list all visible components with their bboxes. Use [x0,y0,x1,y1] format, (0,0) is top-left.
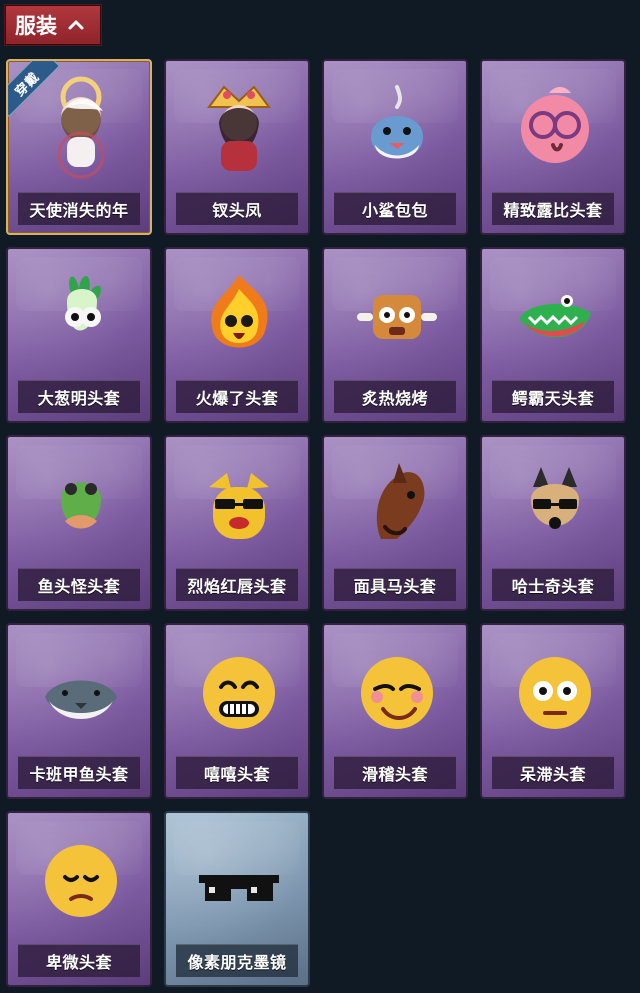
costume-card-dazed[interactable]: 呆滞头套 [480,623,626,799]
costume-name: 精致露比头套 [492,192,614,225]
angel-doll-icon [8,61,150,193]
bbq-meat-head-icon [324,249,466,381]
clothing-tab-label: 服装 [15,14,57,38]
crocodile-head-icon [482,249,624,381]
costume-name: 炙热烧烤 [334,380,456,413]
costume-card-ruby-head[interactable]: 精致露比头套 [480,59,626,235]
costume-card-husky[interactable]: 哈士奇头套 [480,435,626,611]
costume-name: 天使消失的年 [18,192,140,225]
costume-name: 鳄霸天头套 [492,380,614,413]
shark-bag-icon [324,61,466,193]
carp-head-icon [8,625,150,757]
fish-head-icon [8,437,150,569]
phoenix-crown-icon [166,61,308,193]
costume-card-crocodile[interactable]: 鳄霸天头套 [480,247,626,423]
costume-name: 大葱明头套 [18,380,140,413]
costume-name: 哈士奇头套 [492,568,614,601]
costume-name: 鱼头怪头套 [18,568,140,601]
costume-card-carp[interactable]: 卡班甲鱼头套 [6,623,152,799]
costume-name: 卑微头套 [18,944,140,977]
costume-card-green-onion[interactable]: 大葱明头套 [6,247,152,423]
costume-card-fire[interactable]: 火爆了头套 [164,247,310,423]
horse-head-icon [324,437,466,569]
humble-emoji-head-icon [8,813,150,945]
costume-card-phoenix-crown[interactable]: 钗头凤 [164,59,310,235]
costume-name: 火爆了头套 [176,380,298,413]
costume-card-horse[interactable]: 面具马头套 [322,435,468,611]
smug-emoji-head-icon [324,625,466,757]
costume-name: 嘻嘻头套 [176,756,298,789]
costume-name: 烈焰红唇头套 [176,568,298,601]
costume-name: 小鲨包包 [334,192,456,225]
wardrobe-panel: 服装 穿戴 天使消失的年 钗头凤 小鲨包包 精致露比头套 大葱明头套 火爆了头套… [0,0,640,993]
pink-beaver-head-icon [482,61,624,193]
costume-card-shark-bag[interactable]: 小鲨包包 [322,59,468,235]
costume-name: 像素朋克墨镜 [176,944,298,977]
grinning-emoji-head-icon [166,625,308,757]
costume-card-smug[interactable]: 滑稽头套 [322,623,468,799]
costume-card-humble[interactable]: 卑微头套 [6,811,152,987]
costume-card-grinning[interactable]: 嘻嘻头套 [164,623,310,799]
fire-head-icon [166,249,308,381]
costume-name: 呆滞头套 [492,756,614,789]
costume-name: 钗头凤 [176,192,298,225]
chevron-up-icon[interactable] [67,16,85,34]
husky-head-icon [482,437,624,569]
costume-name: 滑稽头套 [334,756,456,789]
green-onion-head-icon [8,249,150,381]
yellow-mascot-head-icon [166,437,308,569]
dazed-emoji-head-icon [482,625,624,757]
costume-card-angel[interactable]: 穿戴 天使消失的年 [6,59,152,235]
clothing-tab[interactable]: 服装 [4,4,102,46]
costume-card-pixel-sunglasses[interactable]: 像素朋克墨镜 [164,811,310,987]
costume-name: 面具马头套 [334,568,456,601]
costume-card-bbq[interactable]: 炙热烧烤 [322,247,468,423]
costume-card-fish-head[interactable]: 鱼头怪头套 [6,435,152,611]
pixel-sunglasses-icon [166,813,308,945]
costume-card-red-lips[interactable]: 烈焰红唇头套 [164,435,310,611]
costume-name: 卡班甲鱼头套 [18,756,140,789]
